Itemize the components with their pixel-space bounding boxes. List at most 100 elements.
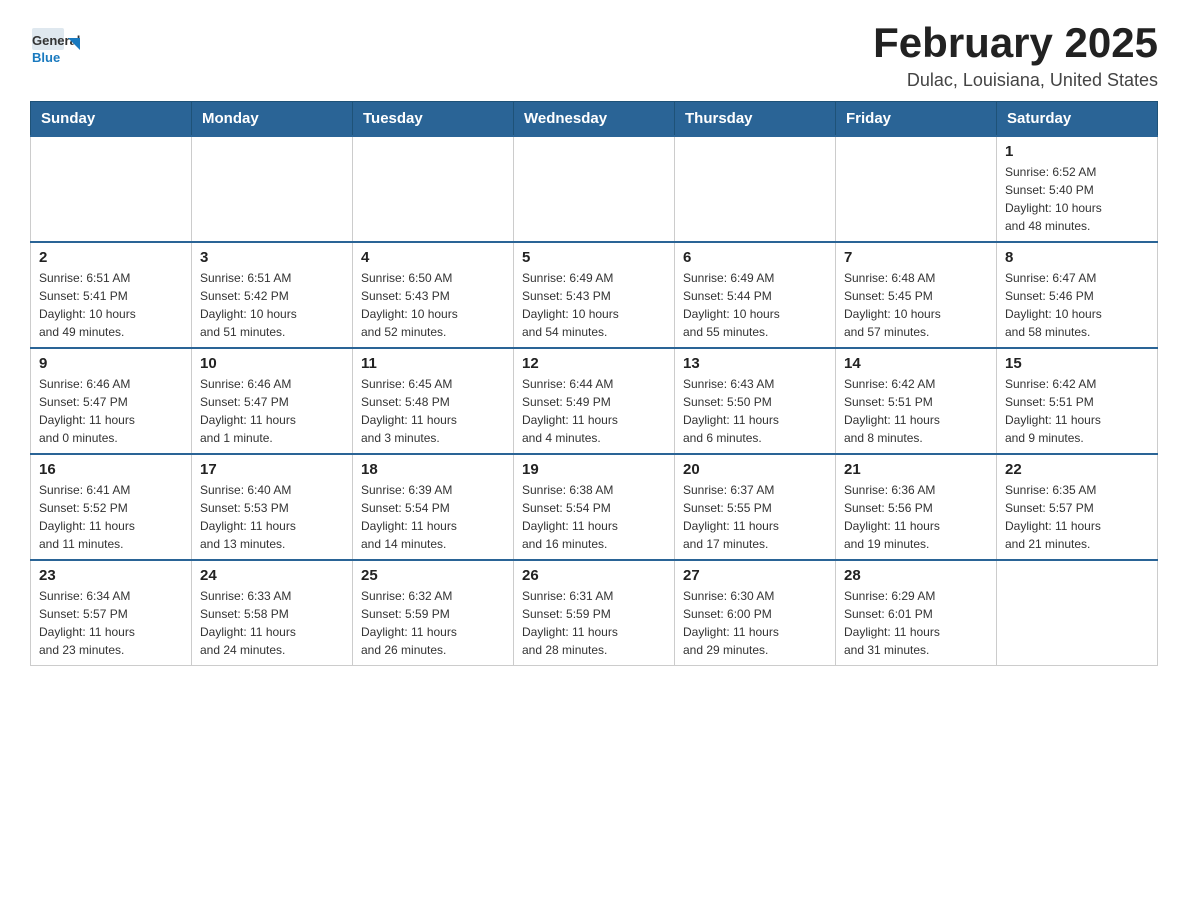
day-info: Sunrise: 6:40 AM Sunset: 5:53 PM Dayligh… (200, 481, 344, 553)
day-number: 13 (683, 355, 827, 372)
table-row: 16 Sunrise: 6:41 AM Sunset: 5:52 PM Dayli… (31, 454, 192, 560)
day-number: 16 (39, 461, 183, 478)
calendar-week-row: 1 Sunrise: 6:52 AM Sunset: 5:40 PM Daylig… (31, 136, 1158, 242)
day-number: 5 (522, 249, 666, 266)
day-info: Sunrise: 6:36 AM Sunset: 5:56 PM Dayligh… (844, 481, 988, 553)
day-number: 12 (522, 355, 666, 372)
day-info: Sunrise: 6:41 AM Sunset: 5:52 PM Dayligh… (39, 481, 183, 553)
table-row (836, 136, 997, 242)
day-info: Sunrise: 6:42 AM Sunset: 5:51 PM Dayligh… (844, 375, 988, 447)
day-number: 26 (522, 567, 666, 584)
col-thursday: Thursday (675, 102, 836, 137)
day-number: 3 (200, 249, 344, 266)
day-number: 19 (522, 461, 666, 478)
table-row: 18 Sunrise: 6:39 AM Sunset: 5:54 PM Dayli… (353, 454, 514, 560)
calendar-week-row: 9 Sunrise: 6:46 AM Sunset: 5:47 PM Daylig… (31, 348, 1158, 454)
day-number: 17 (200, 461, 344, 478)
day-info: Sunrise: 6:31 AM Sunset: 5:59 PM Dayligh… (522, 587, 666, 659)
svg-text:Blue: Blue (32, 50, 60, 65)
table-row: 5Sunrise: 6:49 AM Sunset: 5:43 PM Daylig… (514, 242, 675, 348)
table-row: 2 Sunrise: 6:51 AM Sunset: 5:41 PM Daylig… (31, 242, 192, 348)
table-row: 24Sunrise: 6:33 AM Sunset: 5:58 PM Dayli… (192, 560, 353, 666)
col-saturday: Saturday (997, 102, 1158, 137)
calendar-week-row: 23 Sunrise: 6:34 AM Sunset: 5:57 PM Dayli… (31, 560, 1158, 666)
table-row (192, 136, 353, 242)
calendar-header-row: Sunday Monday Tuesday Wednesday Thursday… (31, 102, 1158, 137)
page-header: General Blue February 2025 Dulac, Louisi… (30, 20, 1158, 91)
day-number: 2 (39, 249, 183, 266)
day-number: 21 (844, 461, 988, 478)
day-number: 15 (1005, 355, 1149, 372)
table-row: 10 Sunrise: 6:46 AM Sunset: 5:47 PM Dayli… (192, 348, 353, 454)
table-row: 4Sunrise: 6:50 AM Sunset: 5:43 PM Daylig… (353, 242, 514, 348)
day-info: Sunrise: 6:32 AM Sunset: 5:59 PM Dayligh… (361, 587, 505, 659)
day-number: 10 (200, 355, 344, 372)
day-info: Sunrise: 6:51 AM Sunset: 5:41 PM Dayligh… (39, 269, 183, 341)
table-row: 6 Sunrise: 6:49 AM Sunset: 5:44 PM Daylig… (675, 242, 836, 348)
table-row: 8Sunrise: 6:47 AM Sunset: 5:46 PM Daylig… (997, 242, 1158, 348)
day-info: Sunrise: 6:51 AM Sunset: 5:42 PM Dayligh… (200, 269, 344, 341)
day-info: Sunrise: 6:38 AM Sunset: 5:54 PM Dayligh… (522, 481, 666, 553)
day-number: 18 (361, 461, 505, 478)
location-title: Dulac, Louisiana, United States (873, 70, 1158, 91)
table-row (675, 136, 836, 242)
day-info: Sunrise: 6:35 AM Sunset: 5:57 PM Dayligh… (1005, 481, 1149, 553)
title-block: February 2025 Dulac, Louisiana, United S… (873, 20, 1158, 91)
day-number: 20 (683, 461, 827, 478)
day-info: Sunrise: 6:46 AM Sunset: 5:47 PM Dayligh… (200, 375, 344, 447)
table-row: 19 Sunrise: 6:38 AM Sunset: 5:54 PM Dayli… (514, 454, 675, 560)
table-row: 21 Sunrise: 6:36 AM Sunset: 5:56 PM Dayli… (836, 454, 997, 560)
day-number: 23 (39, 567, 183, 584)
col-monday: Monday (192, 102, 353, 137)
day-info: Sunrise: 6:42 AM Sunset: 5:51 PM Dayligh… (1005, 375, 1149, 447)
col-sunday: Sunday (31, 102, 192, 137)
day-number: 11 (361, 355, 505, 372)
logo: General Blue (30, 20, 80, 70)
day-number: 27 (683, 567, 827, 584)
month-title: February 2025 (873, 20, 1158, 66)
day-info: Sunrise: 6:43 AM Sunset: 5:50 PM Dayligh… (683, 375, 827, 447)
day-info: Sunrise: 6:45 AM Sunset: 5:48 PM Dayligh… (361, 375, 505, 447)
table-row: 25 Sunrise: 6:32 AM Sunset: 5:59 PM Dayli… (353, 560, 514, 666)
day-info: Sunrise: 6:39 AM Sunset: 5:54 PM Dayligh… (361, 481, 505, 553)
day-info: Sunrise: 6:48 AM Sunset: 5:45 PM Dayligh… (844, 269, 988, 341)
day-number: 14 (844, 355, 988, 372)
day-info: Sunrise: 6:34 AM Sunset: 5:57 PM Dayligh… (39, 587, 183, 659)
day-number: 7 (844, 249, 988, 266)
day-info: Sunrise: 6:44 AM Sunset: 5:49 PM Dayligh… (522, 375, 666, 447)
table-row: 9 Sunrise: 6:46 AM Sunset: 5:47 PM Daylig… (31, 348, 192, 454)
table-row: 13 Sunrise: 6:43 AM Sunset: 5:50 PM Dayli… (675, 348, 836, 454)
table-row: 17 Sunrise: 6:40 AM Sunset: 5:53 PM Dayli… (192, 454, 353, 560)
calendar-week-row: 16 Sunrise: 6:41 AM Sunset: 5:52 PM Dayli… (31, 454, 1158, 560)
day-info: Sunrise: 6:52 AM Sunset: 5:40 PM Dayligh… (1005, 163, 1149, 235)
day-info: Sunrise: 6:46 AM Sunset: 5:47 PM Dayligh… (39, 375, 183, 447)
table-row: 23 Sunrise: 6:34 AM Sunset: 5:57 PM Dayli… (31, 560, 192, 666)
day-number: 6 (683, 249, 827, 266)
table-row: 14 Sunrise: 6:42 AM Sunset: 5:51 PM Dayli… (836, 348, 997, 454)
day-info: Sunrise: 6:30 AM Sunset: 6:00 PM Dayligh… (683, 587, 827, 659)
day-info: Sunrise: 6:49 AM Sunset: 5:44 PM Dayligh… (683, 269, 827, 341)
table-row: 12 Sunrise: 6:44 AM Sunset: 5:49 PM Dayli… (514, 348, 675, 454)
day-info: Sunrise: 6:29 AM Sunset: 6:01 PM Dayligh… (844, 587, 988, 659)
calendar-table: Sunday Monday Tuesday Wednesday Thursday… (30, 101, 1158, 666)
table-row: 7 Sunrise: 6:48 AM Sunset: 5:45 PM Daylig… (836, 242, 997, 348)
table-row: 20 Sunrise: 6:37 AM Sunset: 5:55 PM Dayli… (675, 454, 836, 560)
day-number: 9 (39, 355, 183, 372)
col-wednesday: Wednesday (514, 102, 675, 137)
table-row: 26 Sunrise: 6:31 AM Sunset: 5:59 PM Dayli… (514, 560, 675, 666)
table-row (31, 136, 192, 242)
table-row: 27 Sunrise: 6:30 AM Sunset: 6:00 PM Dayli… (675, 560, 836, 666)
table-row: 3 Sunrise: 6:51 AM Sunset: 5:42 PM Daylig… (192, 242, 353, 348)
day-number: 28 (844, 567, 988, 584)
table-row: 11 Sunrise: 6:45 AM Sunset: 5:48 PM Dayli… (353, 348, 514, 454)
day-number: 1 (1005, 143, 1149, 160)
col-friday: Friday (836, 102, 997, 137)
col-tuesday: Tuesday (353, 102, 514, 137)
day-number: 24 (200, 567, 344, 584)
table-row (997, 560, 1158, 666)
day-info: Sunrise: 6:37 AM Sunset: 5:55 PM Dayligh… (683, 481, 827, 553)
logo-icon: General Blue (30, 20, 80, 70)
day-number: 4 (361, 249, 505, 266)
day-number: 25 (361, 567, 505, 584)
day-info: Sunrise: 6:47 AM Sunset: 5:46 PM Dayligh… (1005, 269, 1149, 341)
